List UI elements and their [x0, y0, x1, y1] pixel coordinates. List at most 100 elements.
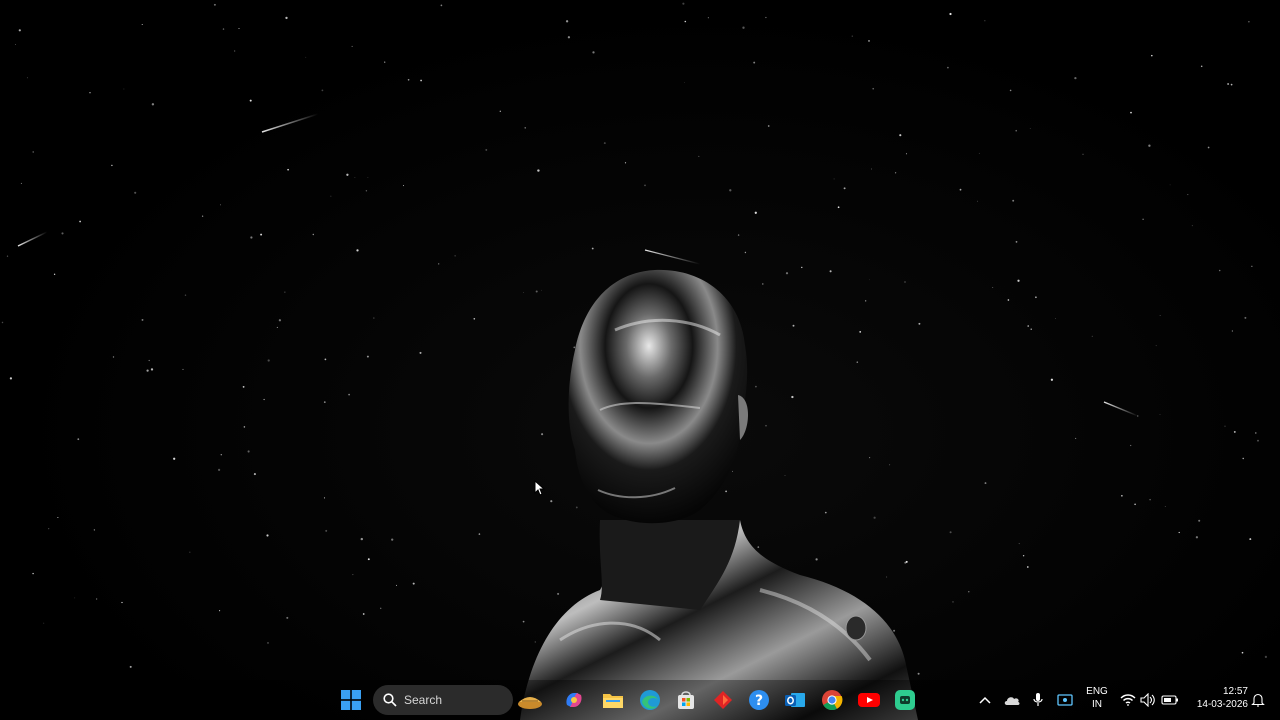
- chrome-icon: [822, 690, 843, 711]
- star: [889, 464, 891, 466]
- star: [949, 531, 952, 534]
- star: [346, 173, 349, 176]
- star: [367, 558, 370, 561]
- star: [541, 433, 544, 436]
- star: [1230, 83, 1233, 86]
- star: [1022, 554, 1025, 557]
- star: [43, 622, 45, 624]
- start-button[interactable]: [335, 684, 367, 716]
- show-hidden-icons-button[interactable]: [975, 690, 995, 710]
- microsoft-store-button[interactable]: [670, 684, 702, 716]
- star: [725, 490, 727, 493]
- star: [1244, 316, 1247, 319]
- star: [1015, 241, 1018, 243]
- star: [785, 272, 789, 275]
- star: [323, 401, 326, 403]
- battery-icon: [1161, 695, 1178, 705]
- star: [535, 290, 538, 293]
- star: [791, 395, 794, 399]
- microphone-tray-button[interactable]: [1028, 690, 1048, 710]
- star: [1130, 444, 1132, 447]
- star: [362, 613, 365, 615]
- star: [478, 533, 481, 535]
- screen-capture-icon: [1057, 694, 1073, 706]
- star: [285, 16, 288, 20]
- star: [365, 190, 368, 192]
- volume-button[interactable]: [1138, 690, 1158, 710]
- star: [1009, 89, 1012, 92]
- star: [522, 620, 525, 623]
- star: [219, 610, 221, 612]
- chevron-up-icon: [979, 696, 991, 704]
- star: [534, 641, 536, 643]
- star: [184, 294, 187, 296]
- star: [112, 356, 115, 358]
- star: [765, 16, 767, 19]
- file-explorer-button[interactable]: [597, 684, 629, 716]
- star: [53, 273, 56, 275]
- star: [757, 546, 760, 548]
- star: [402, 185, 405, 187]
- edge-button[interactable]: [634, 684, 666, 716]
- star: [856, 361, 859, 363]
- star: [440, 4, 443, 7]
- star: [873, 516, 876, 519]
- star: [419, 351, 422, 354]
- star: [729, 189, 732, 192]
- chrome-button[interactable]: [816, 684, 848, 716]
- clock[interactable]: 12:57 14-03-2026: [1188, 685, 1248, 715]
- star: [1231, 330, 1234, 332]
- youtube-icon: [858, 693, 880, 707]
- star: [234, 50, 236, 52]
- star: [1027, 325, 1029, 327]
- star: [1015, 129, 1018, 132]
- notification-center-button[interactable]: [1248, 690, 1268, 710]
- star: [992, 287, 994, 289]
- network-button[interactable]: [1118, 690, 1138, 710]
- star: [949, 12, 952, 16]
- star: [141, 318, 144, 321]
- help-icon: ?: [749, 690, 769, 710]
- folder-icon: [603, 694, 623, 708]
- onedrive-tray-button[interactable]: [1002, 690, 1022, 710]
- star: [312, 233, 315, 236]
- youtube-button[interactable]: [853, 684, 885, 716]
- star: [575, 506, 578, 509]
- search-icon: [383, 693, 397, 707]
- battery-button[interactable]: [1160, 690, 1180, 710]
- desktop[interactable]: [0, 0, 1280, 720]
- star: [872, 87, 875, 90]
- clock-time: 12:57: [1222, 686, 1248, 697]
- star: [123, 88, 125, 90]
- green-app-button[interactable]: [889, 684, 921, 716]
- star: [351, 45, 353, 47]
- star: [984, 482, 987, 485]
- star: [837, 206, 840, 209]
- star: [968, 591, 970, 593]
- store-icon: [678, 691, 694, 709]
- get-help-button[interactable]: ?: [743, 684, 775, 716]
- screen-capture-tray-button[interactable]: [1055, 690, 1075, 710]
- star: [833, 178, 835, 180]
- outlook-button[interactable]: [779, 684, 811, 716]
- star: [1159, 414, 1161, 415]
- input-language-indicator[interactable]: ENG IN: [1084, 685, 1110, 715]
- star: [755, 385, 757, 388]
- red-diamond-icon: [714, 691, 732, 709]
- star: [894, 172, 897, 174]
- edge-icon: [640, 690, 660, 710]
- search-box[interactable]: Search: [373, 685, 513, 715]
- widgets-button[interactable]: [514, 684, 546, 716]
- star: [373, 317, 375, 319]
- language-code: ENG: [1086, 686, 1108, 697]
- star: [213, 3, 216, 6]
- star: [1035, 296, 1037, 299]
- star: [557, 592, 560, 595]
- copilot-button[interactable]: [558, 684, 590, 716]
- star: [74, 597, 76, 599]
- star: [201, 215, 204, 217]
- star: [1233, 430, 1236, 433]
- red-app-button[interactable]: [707, 684, 739, 716]
- star: [1164, 506, 1166, 508]
- star: [93, 529, 96, 531]
